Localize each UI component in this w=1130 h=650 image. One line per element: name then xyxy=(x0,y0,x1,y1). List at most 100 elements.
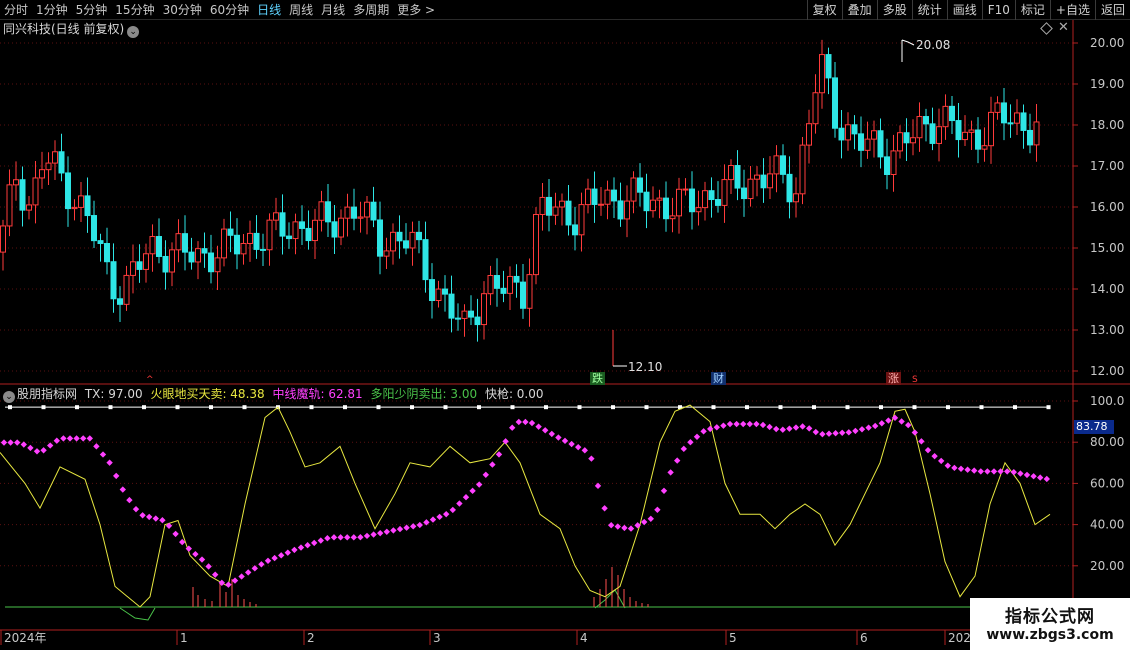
candle-body xyxy=(897,132,903,152)
stock-chart[interactable]: 20.00 19.00 18.00 17.00 16.00 15.00 14.00 13.00… xyxy=(0,0,1130,650)
midline-dot xyxy=(786,425,793,432)
midline-dot xyxy=(819,430,826,438)
candle-body xyxy=(760,174,767,189)
yellow-indicator-line xyxy=(0,404,1051,608)
indicator-tick-label: 60.00 xyxy=(1090,476,1124,490)
midline-dot xyxy=(911,429,918,436)
candle-body xyxy=(448,293,455,319)
price-tick-label: 20.00 xyxy=(1090,36,1124,50)
tx-marker xyxy=(108,405,113,410)
midline-dot xyxy=(20,441,27,448)
candle-body xyxy=(988,111,994,147)
candle-body xyxy=(975,129,981,150)
candle-body xyxy=(812,92,819,125)
candle-body xyxy=(370,201,377,221)
indicator-name[interactable]: 股朋指标网 xyxy=(17,387,77,401)
midline-dot xyxy=(495,451,503,458)
midline-dot xyxy=(462,494,470,501)
candle-body xyxy=(559,200,565,208)
event-mark-up[interactable]: 涨 xyxy=(886,372,901,385)
candle-body xyxy=(331,221,338,238)
midline-dot xyxy=(126,496,133,504)
midline-dot xyxy=(231,577,239,584)
midline-dot xyxy=(1030,473,1037,480)
candle-body xyxy=(201,248,208,254)
event-mark-finance[interactable]: 财 xyxy=(711,372,726,385)
candle-body xyxy=(617,200,624,220)
indicator-tick-label: 100.0 xyxy=(1090,394,1124,408)
candle-body xyxy=(910,137,916,144)
tx-marker xyxy=(477,405,481,410)
midline-dot xyxy=(984,468,991,475)
candle-body xyxy=(344,206,351,219)
candle-body xyxy=(286,235,292,240)
midline-dot xyxy=(1043,475,1050,483)
midline-dot xyxy=(132,505,140,513)
midline-dot xyxy=(73,435,80,442)
chevron-down-icon[interactable]: ⌄ xyxy=(3,391,15,403)
price-tick-label: 14.00 xyxy=(1090,282,1124,296)
candle-body xyxy=(474,316,481,326)
midline-dot xyxy=(291,546,298,554)
event-mark-down[interactable]: 跌 xyxy=(590,372,605,385)
midline-dot xyxy=(858,426,866,433)
date-label: 5 xyxy=(729,631,737,645)
candle-body xyxy=(45,162,52,171)
candle-body xyxy=(26,204,32,211)
midline-dot xyxy=(555,434,562,441)
midline-dot xyxy=(713,424,720,431)
candle-body xyxy=(903,132,910,144)
indicator-field-4: 快枪: 0.00 xyxy=(484,387,544,401)
candle-body xyxy=(695,207,702,213)
candle-body xyxy=(994,102,1001,113)
sell-marker-icon: S xyxy=(912,375,918,385)
candle-body xyxy=(292,221,299,240)
candle-body xyxy=(247,232,253,244)
candle-body xyxy=(19,179,26,211)
midline-dot xyxy=(357,534,364,541)
candle-body xyxy=(305,227,312,242)
tx-marker xyxy=(410,405,414,410)
candle-body xyxy=(604,189,611,205)
candle-body xyxy=(13,179,19,186)
tx-marker xyxy=(711,405,716,410)
midline-dot xyxy=(53,437,60,444)
midline-dot xyxy=(14,439,21,446)
candle-body xyxy=(110,261,117,300)
candle-body xyxy=(357,216,364,219)
midline-dot xyxy=(660,487,668,494)
tx-marker xyxy=(242,405,247,410)
date-label: 1 xyxy=(180,631,188,645)
midline-dot xyxy=(839,429,846,436)
price-tick-label: 17.00 xyxy=(1090,159,1124,173)
candle-body xyxy=(838,127,845,141)
midline-dot xyxy=(370,531,377,538)
tx-marker xyxy=(778,405,783,410)
candle-body xyxy=(130,261,136,276)
candle-body xyxy=(721,179,728,206)
candle-body xyxy=(539,196,546,216)
midline-dot xyxy=(799,423,806,430)
date-label: 2024年 xyxy=(4,631,47,645)
candle-body xyxy=(1020,112,1027,131)
candle-body xyxy=(858,133,864,151)
candle-body xyxy=(734,165,741,189)
midline-dot xyxy=(759,421,767,429)
candle-body xyxy=(78,195,84,208)
candle-body xyxy=(806,123,812,146)
midline-dot xyxy=(152,515,159,522)
midline-dot xyxy=(634,522,641,529)
midline-dot xyxy=(390,527,397,534)
midline-dot xyxy=(964,466,971,473)
midline-dot xyxy=(647,515,654,522)
candle-body xyxy=(767,173,773,189)
candle-body xyxy=(786,173,793,203)
midline-dot xyxy=(284,549,291,556)
midline-dot xyxy=(548,430,555,438)
midline-dot xyxy=(304,542,311,549)
high-price-label: 20.08 xyxy=(916,38,950,52)
midline-dot xyxy=(476,481,483,488)
candle-body xyxy=(234,234,240,255)
candle-body xyxy=(221,228,227,259)
price-tick-label: 19.00 xyxy=(1090,77,1124,91)
